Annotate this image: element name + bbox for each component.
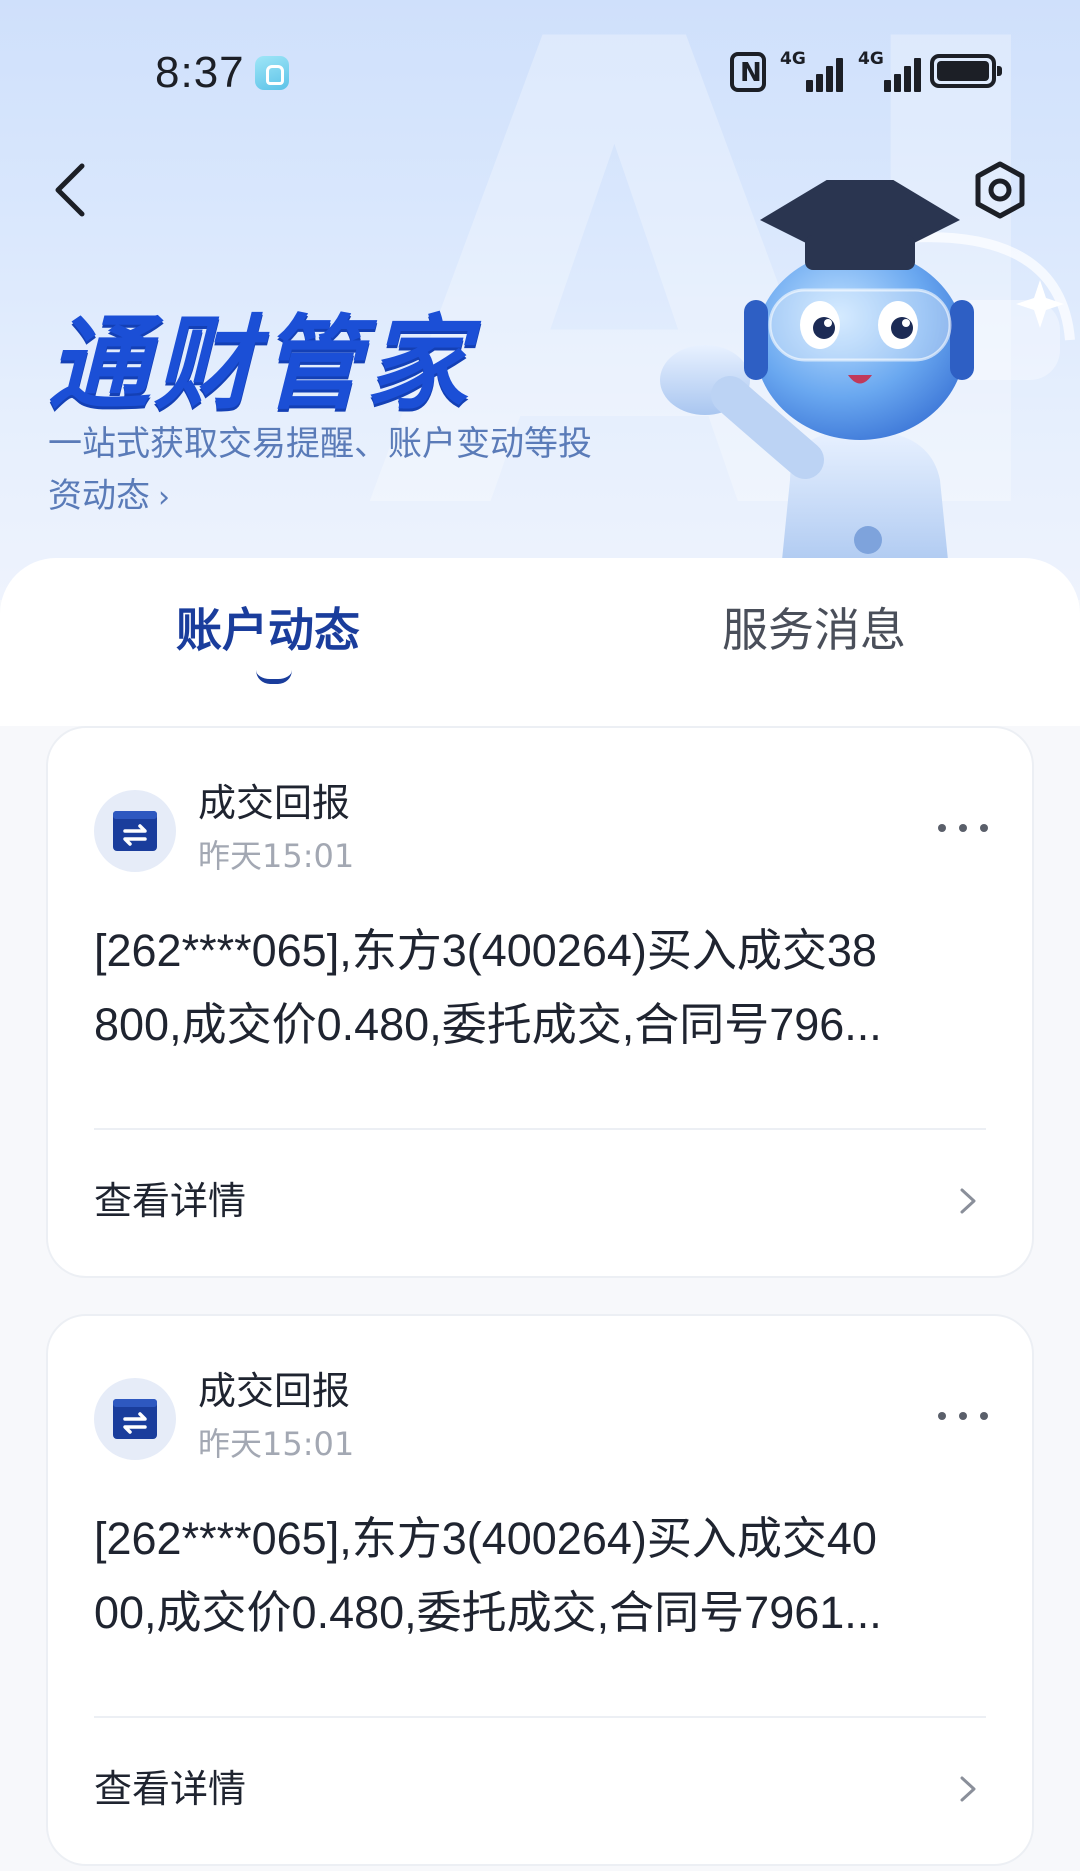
divider bbox=[94, 1716, 986, 1718]
message-list: 成交回报 昨天15:01 [262****065],东方3(400264)买入成… bbox=[0, 726, 1080, 1871]
header-subtitle[interactable]: 一站式获取交易提醒、账户变动等投资动态 › bbox=[48, 418, 608, 524]
card-message-line: 00,成交价0.480,委托成交,合同号7961... bbox=[94, 1587, 882, 1638]
card-message-line: [262****065],东方3(400264)买入成交38 bbox=[94, 925, 877, 976]
message-card[interactable]: 成交回报 昨天15:01 [262****065],东方3(400264)买入成… bbox=[46, 1314, 1034, 1866]
divider bbox=[94, 1128, 986, 1130]
status-time: 8:37 bbox=[155, 48, 245, 97]
active-tab-indicator bbox=[256, 670, 292, 684]
card-time: 昨天15:01 bbox=[198, 837, 355, 875]
signal-sim1-icon: 4G bbox=[780, 50, 850, 92]
battery-icon bbox=[930, 54, 1002, 88]
tab-bar: 账户动态 服务消息 bbox=[0, 558, 1080, 708]
more-options-icon[interactable] bbox=[938, 818, 988, 838]
chevron-left-icon bbox=[55, 163, 85, 217]
chevron-right-icon bbox=[960, 1188, 976, 1214]
card-time: 昨天15:01 bbox=[198, 1425, 355, 1463]
message-card[interactable]: 成交回报 昨天15:01 [262****065],东方3(400264)买入成… bbox=[46, 726, 1034, 1278]
status-bar: 8:37 N 4G 4G bbox=[0, 0, 1080, 150]
chevron-right-icon bbox=[960, 1776, 976, 1802]
card-message: [262****065],东方3(400264)买入成交38 800,成交价0.… bbox=[94, 914, 994, 1062]
nfc-icon: N bbox=[730, 52, 766, 92]
header-banner: AI 8:37 N 4G 4G 通财管家 一站式获取交易提醒、账户变动等投资动态… bbox=[0, 0, 1080, 600]
back-button[interactable] bbox=[40, 160, 100, 220]
view-details-link[interactable]: 查看详情 bbox=[94, 1176, 246, 1226]
trade-exchange-icon bbox=[94, 790, 176, 872]
header-subtitle-text: 一站式获取交易提醒、账户变动等投资动态 bbox=[48, 424, 592, 516]
more-options-icon[interactable] bbox=[938, 1406, 988, 1426]
card-message: [262****065],东方3(400264)买入成交40 00,成交价0.4… bbox=[94, 1502, 994, 1650]
signal-sim2-icon: 4G bbox=[858, 50, 928, 92]
notification-app-icon bbox=[255, 56, 289, 90]
view-details-link[interactable]: 查看详情 bbox=[94, 1764, 246, 1814]
tab-service-messages[interactable]: 服务消息 bbox=[722, 600, 906, 660]
chevron-right-icon: › bbox=[158, 480, 170, 515]
tab-account-activity[interactable]: 账户动态 bbox=[176, 600, 360, 660]
mascot-illustration bbox=[660, 180, 1075, 580]
card-title: 成交回报 bbox=[198, 1369, 351, 1413]
content-panel: 账户动态 服务消息 成交回报 昨天15:01 [262****065],东方3(… bbox=[0, 558, 1080, 1871]
card-title: 成交回报 bbox=[198, 781, 351, 825]
page-title: 通财管家 bbox=[48, 305, 472, 424]
card-message-line: [262****065],东方3(400264)买入成交40 bbox=[94, 1513, 877, 1564]
trade-exchange-icon bbox=[94, 1378, 176, 1460]
card-message-line: 800,成交价0.480,委托成交,合同号796... bbox=[94, 999, 882, 1050]
